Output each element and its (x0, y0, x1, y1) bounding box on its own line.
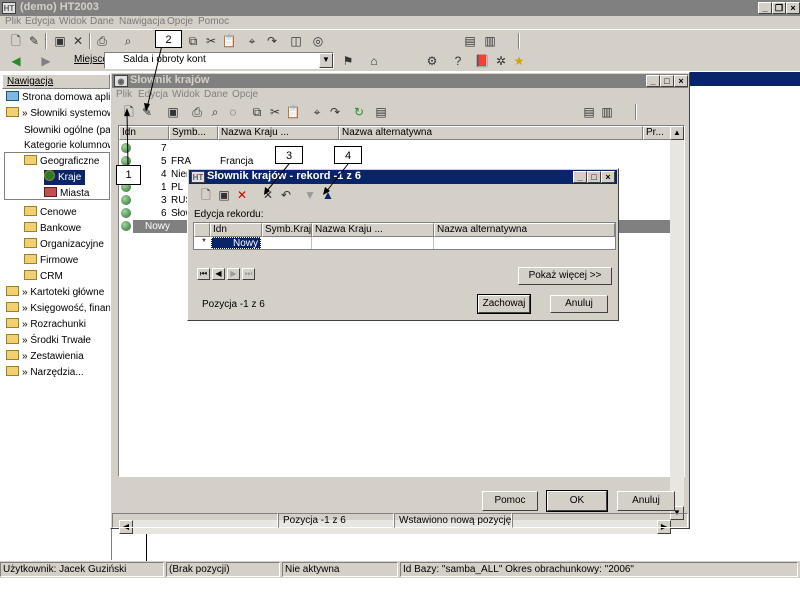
callout-3: 3 (275, 146, 303, 164)
callout-3-arrow (265, 163, 290, 193)
callout-1-arrowhead (124, 108, 130, 116)
status-database: Id Bazy: "samba_ALL" Okres obrachunkowy:… (400, 562, 798, 577)
callout-2-arrowhead (144, 103, 150, 112)
callout-2: 2 (155, 30, 182, 48)
callout-4-arrow (325, 163, 349, 193)
callout-2-arrow (146, 44, 163, 109)
callout-1: 1 (116, 165, 141, 185)
callout-1-arrow (126, 111, 129, 167)
status-user: Użytkownik: Jacek Guziński (0, 562, 164, 577)
status-position: (Brak pozycji) (166, 562, 280, 577)
status-state: Nie aktywna (282, 562, 398, 577)
main-status-bar: Użytkownik: Jacek Guziński (Brak pozycji… (0, 561, 800, 578)
annotation-arrows (124, 44, 349, 195)
callout-4: 4 (334, 146, 362, 164)
